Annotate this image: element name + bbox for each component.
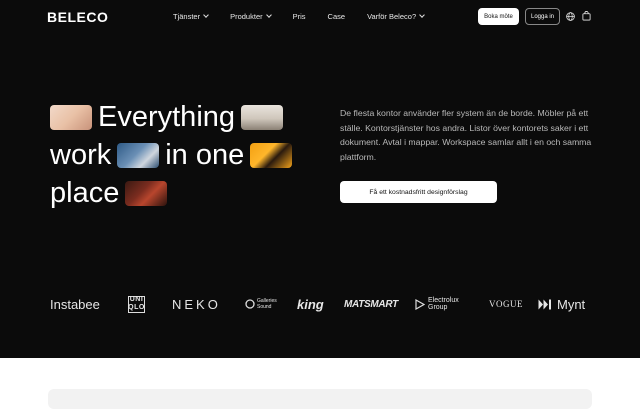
hero-description: De flesta kontor använder fler system än… [340,108,592,162]
galleries-text: Galleries Sound [257,298,277,310]
uniqlo-text: UNI QLO [128,296,145,311]
book-meeting-button[interactable]: Boka möte [478,8,519,25]
chevron-down-icon [203,12,209,18]
headline-line: place [50,174,320,212]
cityscape-thumbnail [241,104,284,130]
next-section-card [48,389,592,409]
chevron-down-icon [265,12,272,18]
mynt-logo: Mynt [538,290,585,318]
top-navigation: BELECO Tjänster Produkter Pris Case Varf… [0,0,640,34]
headline-word: in one [165,139,245,171]
mynt-text: Mynt [557,296,586,312]
headline-line: work in one [50,136,320,174]
hand-thumbnail [117,142,160,168]
main-menu: Tjänster Produkter Pris Case Varför Bele… [173,12,446,21]
chevron-down-icon [419,12,425,18]
menu-item-varfor-beleco[interactable]: Varför Beleco? [367,12,425,21]
headline-word: work [50,139,112,171]
menu-item-label: Case [327,12,346,21]
globe-icon[interactable] [566,12,575,21]
menu-item-label: Produkter [230,12,263,21]
menu-item-label: Varför Beleco? [367,12,417,21]
matsmart-logo: MATSMART [344,298,398,310]
electrolux-mark-icon [415,298,425,310]
menu-item-tjanster[interactable]: Tjänster [173,12,209,21]
headline-word: Everything [98,101,236,133]
office-interior-thumbnail [125,180,168,206]
uniqlo-logo: UNI QLO [128,290,145,318]
instabee-logo: Instabee [50,296,100,312]
king-logo: king [297,296,324,312]
vogue-logo: VOGUE [489,299,523,309]
headline-line: Everything [50,98,320,136]
beleco-logo[interactable]: BELECO [47,9,108,25]
portrait-thumbnail [50,104,92,130]
hero-headline: Everything work in one place [50,98,320,212]
galleries-sound-logo: Galleries Sound [245,290,277,318]
galleries-mark-icon [245,299,255,309]
uniqlo-mark: UNI QLO [128,295,145,313]
menu-item-label: Pris [292,12,306,21]
shopping-bag-icon[interactable] [582,11,591,21]
neko-logo: NEKO [172,296,221,312]
client-logos: Instabee UNI QLO NEKO Galleries Sound king… [48,290,593,318]
electrolux-text: Electrolux Group [428,296,459,312]
electrolux-logo: Electrolux Group [415,290,459,318]
headline-word: place [50,177,120,209]
menu-item-produkter[interactable]: Produkter [230,12,272,21]
silhouette-thumbnail [250,142,293,168]
mynt-mark-icon [538,299,551,309]
login-button[interactable]: Logga in [525,8,560,25]
menu-item-case[interactable]: Case [328,12,346,21]
menu-item-label: Tjänster [173,12,201,21]
menu-item-pris[interactable]: Pris [293,12,306,21]
hero-section: BELECO Tjänster Produkter Pris Case Varf… [0,0,640,358]
free-design-proposal-button[interactable]: Få ett kostnadsfritt designförslag [340,181,497,203]
